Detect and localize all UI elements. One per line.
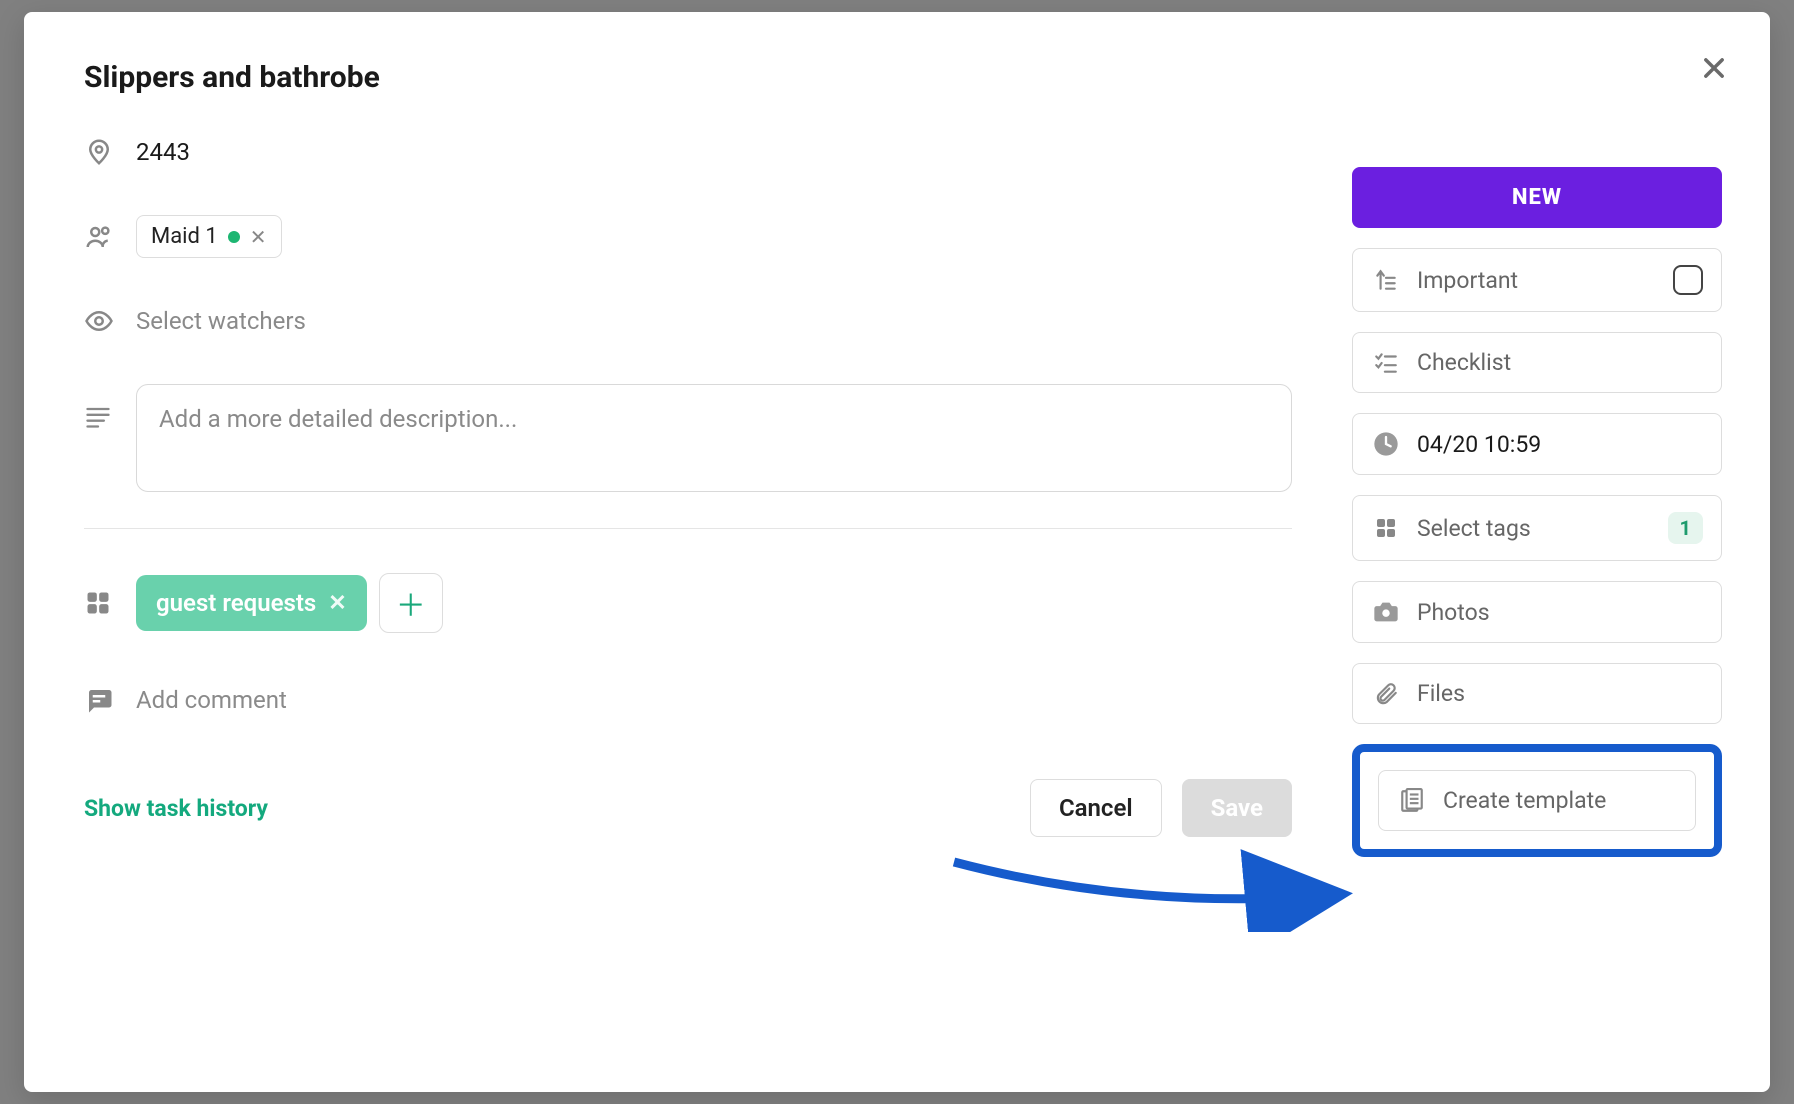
description-row: Add a more detailed description... [84,384,1292,492]
task-title: Slippers and bathrobe [84,60,1722,95]
datetime-value: 04/20 10:59 [1417,431,1703,458]
clock-icon [1372,430,1400,458]
assignee-row[interactable]: Maid 1 ✕ [84,215,1292,258]
tag-label: guest requests [156,589,316,617]
tag-chip-guest-requests[interactable]: guest requests ✕ [136,575,367,631]
comment-icon [84,685,114,715]
new-button[interactable]: NEW [1352,167,1722,228]
select-tags-option[interactable]: Select tags 1 [1352,495,1722,561]
camera-icon [1372,598,1400,626]
checklist-option[interactable]: Checklist [1352,332,1722,393]
remove-assignee-button[interactable]: ✕ [250,225,267,249]
add-tag-button[interactable]: ＋ [379,573,443,633]
modal-backdrop: Slippers and bathrobe 2443 Maid 1 [0,0,1794,1104]
close-button[interactable] [1694,48,1734,88]
important-label: Important [1417,267,1657,294]
right-column: NEW Important Checklist [1352,137,1722,1052]
text-lines-icon [84,402,112,430]
grid-icon [84,589,112,617]
checklist-label: Checklist [1417,349,1703,376]
assignee-name: Maid 1 [151,224,218,249]
tag-count-badge: 1 [1668,512,1703,544]
priority-icon [1373,267,1399,293]
location-value: 2443 [136,138,1292,166]
plus-icon: ＋ [396,581,426,625]
files-label: Files [1417,680,1703,707]
template-icon [1399,788,1425,814]
location-row[interactable]: 2443 [84,137,1292,167]
eye-icon [84,306,114,336]
left-column: 2443 Maid 1 ✕ [84,137,1292,1052]
datetime-option[interactable]: 04/20 10:59 [1352,413,1722,475]
create-template-option[interactable]: Create template [1378,770,1696,831]
close-icon [1700,54,1728,82]
modal-footer: Show task history Cancel Save [84,779,1292,837]
checklist-icon [1373,350,1399,376]
paperclip-icon [1373,681,1399,707]
divider [84,528,1292,529]
watchers-row[interactable]: Select watchers [84,306,1292,336]
description-input[interactable]: Add a more detailed description... [136,384,1292,492]
comment-placeholder: Add comment [136,686,1292,714]
assignee-chip[interactable]: Maid 1 ✕ [136,215,282,258]
photos-option[interactable]: Photos [1352,581,1722,643]
select-tags-label: Select tags [1417,515,1652,542]
task-modal: Slippers and bathrobe 2443 Maid 1 [24,12,1770,1092]
cancel-button[interactable]: Cancel [1030,779,1162,837]
save-button[interactable]: Save [1182,779,1292,837]
photos-label: Photos [1417,599,1703,626]
show-history-link[interactable]: Show task history [84,795,268,822]
create-template-highlight: Create template [1352,744,1722,857]
important-checkbox[interactable] [1673,265,1703,295]
important-option[interactable]: Important [1352,248,1722,312]
create-template-label: Create template [1443,787,1677,814]
people-icon [84,222,114,252]
files-option[interactable]: Files [1352,663,1722,724]
location-pin-icon [84,137,114,167]
remove-tag-button[interactable]: ✕ [328,591,346,616]
grid-icon [1374,516,1398,540]
watchers-placeholder: Select watchers [136,307,1292,335]
tags-row: guest requests ✕ ＋ [84,573,1292,633]
status-dot-icon [228,231,240,243]
comment-row[interactable]: Add comment [84,685,1292,715]
